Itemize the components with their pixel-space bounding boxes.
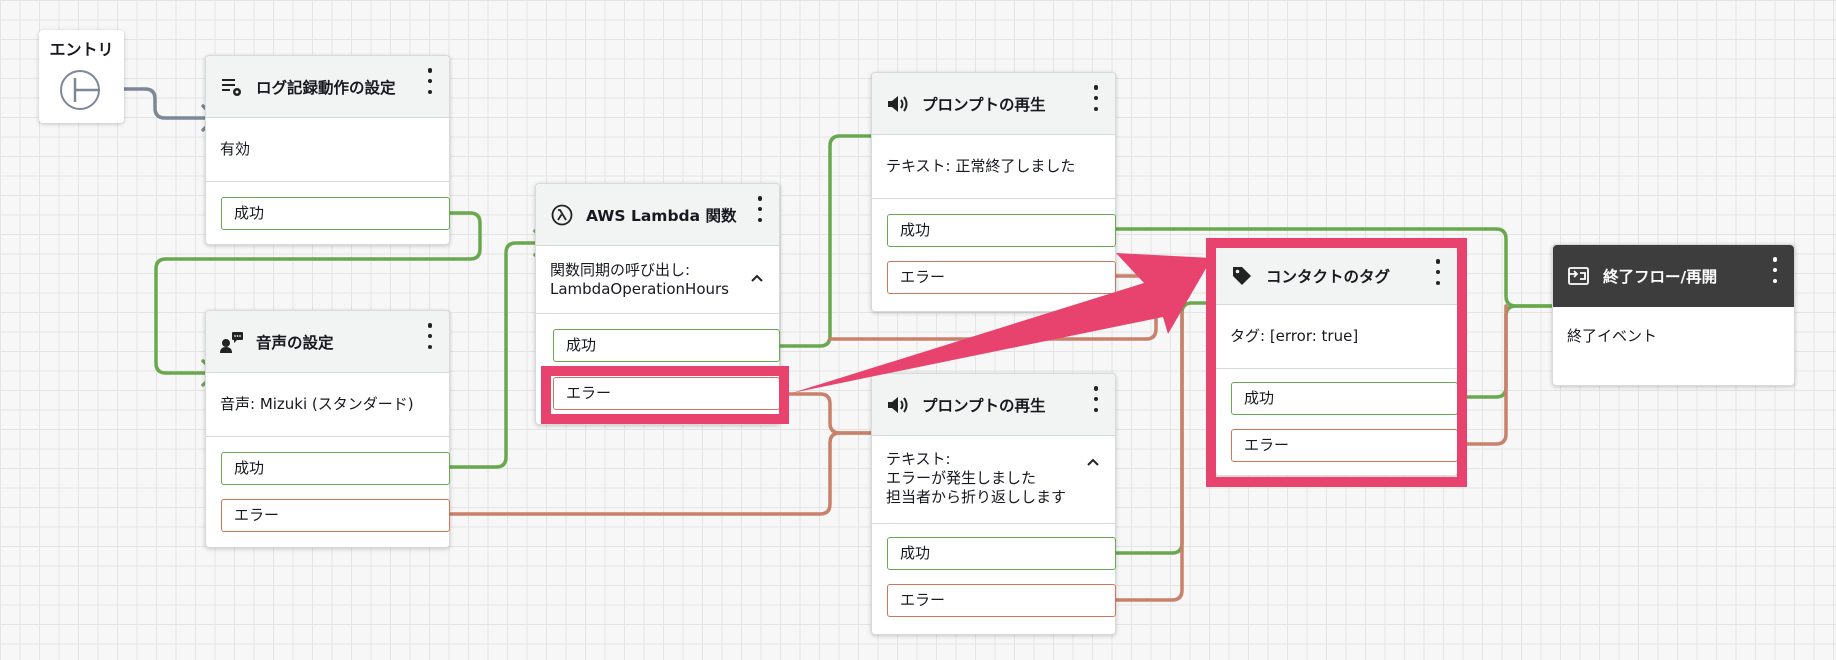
- error-branch[interactable]: エラー: [887, 261, 1116, 294]
- node-body: 終了イベント: [1553, 307, 1794, 377]
- error-branch[interactable]: エラー: [221, 499, 450, 532]
- connector-prompt2-success: [1110, 301, 1232, 555]
- play-prompt-node-error[interactable]: プロンプトの再生 テキスト: エラーが発生しました 担当者から折り返しします 成…: [871, 373, 1116, 635]
- node-body: テキスト: エラーが発生しました 担当者から折り返しします: [872, 436, 1115, 524]
- error-branch[interactable]: エラー: [1231, 429, 1458, 462]
- success-branch[interactable]: 成功: [1231, 382, 1458, 415]
- success-branch[interactable]: 成功: [221, 197, 450, 230]
- node-header: プロンプトの再生: [872, 73, 1115, 135]
- connector-tag-error: [1454, 304, 1508, 446]
- node-title: プロンプトの再生: [922, 396, 1046, 415]
- more-vertical-icon[interactable]: [1770, 257, 1780, 283]
- node-header: ログ記録動作の設定: [206, 56, 449, 118]
- end-flow-icon: [1567, 264, 1591, 288]
- node-body-text: タグ: [error: true]: [1230, 327, 1359, 345]
- chevron-up-icon[interactable]: [1085, 454, 1101, 470]
- node-header: プロンプトの再生: [872, 374, 1115, 436]
- node-title: AWS Lambda 関数: [586, 206, 737, 225]
- node-title: ログ記録動作の設定: [256, 78, 396, 97]
- success-branch[interactable]: 成功: [553, 329, 780, 362]
- node-body-text: エラーが発生しました: [886, 469, 1037, 487]
- entry-block[interactable]: エントリ: [39, 30, 124, 123]
- node-header: コンタクトのタグ: [1216, 247, 1457, 305]
- voice-settings-icon: [220, 330, 244, 354]
- entry-start-icon: [60, 70, 100, 110]
- node-body-text: 担当者から折り返しします: [886, 488, 1067, 506]
- logging-settings-icon: [220, 75, 244, 99]
- speaker-icon: [886, 393, 910, 417]
- node-title: 音声の設定: [256, 333, 334, 352]
- end-flow-node[interactable]: 終了フロー/再開 終了イベント: [1552, 244, 1795, 386]
- node-header: AWS Lambda 関数: [536, 184, 779, 246]
- error-branch[interactable]: エラー: [887, 584, 1116, 617]
- node-header: 終了フロー/再開: [1553, 245, 1794, 307]
- node-body-text: 有効: [220, 140, 251, 158]
- node-body-text: 関数同期の呼び出し:: [550, 261, 691, 279]
- error-branch[interactable]: エラー: [553, 377, 780, 410]
- node-body: 音声: Mizuki (スタンダード): [206, 373, 449, 437]
- entry-label: エントリ: [49, 40, 114, 59]
- node-body: テキスト: 正常終了しました: [872, 135, 1115, 199]
- more-vertical-icon[interactable]: [755, 196, 765, 222]
- more-vertical-icon[interactable]: [1091, 85, 1101, 111]
- node-body-text: LambdaOperationHours: [550, 280, 729, 298]
- chevron-up-icon[interactable]: [749, 270, 765, 286]
- tag-icon: [1230, 264, 1254, 288]
- success-branch[interactable]: 成功: [887, 214, 1116, 247]
- node-title: コンタクトのタグ: [1266, 267, 1391, 286]
- connector-voice-success: [446, 241, 548, 469]
- logging-settings-node[interactable]: ログ記録動作の設定 有効 成功: [205, 55, 450, 245]
- connector-voice-error: [446, 431, 886, 516]
- node-body-text: テキスト:: [886, 450, 951, 468]
- contact-tag-node[interactable]: コンタクトのタグ タグ: [error: true] 成功 エラー: [1215, 246, 1458, 476]
- node-body: 関数同期の呼び出し: LambdaOperationHours: [536, 246, 779, 314]
- more-vertical-icon[interactable]: [1433, 259, 1443, 285]
- lambda-function-node[interactable]: AWS Lambda 関数 関数同期の呼び出し: LambdaOperation…: [535, 183, 780, 425]
- more-vertical-icon[interactable]: [1091, 386, 1101, 412]
- node-body-text: 終了イベント: [1567, 327, 1658, 345]
- node-body: 有効: [206, 118, 449, 182]
- more-vertical-icon[interactable]: [425, 68, 435, 94]
- success-branch[interactable]: 成功: [887, 537, 1116, 570]
- lambda-icon: [550, 203, 574, 227]
- node-header: 音声の設定: [206, 311, 449, 373]
- node-title: プロンプトの再生: [922, 95, 1046, 114]
- node-title: 終了フロー/再開: [1603, 267, 1718, 286]
- node-body: タグ: [error: true]: [1216, 305, 1457, 369]
- node-body-text: テキスト: 正常終了しました: [886, 157, 1076, 175]
- success-branch[interactable]: 成功: [221, 452, 450, 485]
- node-body-text: 音声: Mizuki (スタンダード): [220, 395, 414, 413]
- voice-settings-node[interactable]: 音声の設定 音声: Mizuki (スタンダード) 成功 エラー: [205, 310, 450, 548]
- more-vertical-icon[interactable]: [425, 323, 435, 349]
- connector-lambda-success: [776, 134, 886, 348]
- play-prompt-node-success[interactable]: プロンプトの再生 テキスト: 正常終了しました 成功 エラー: [871, 72, 1116, 312]
- connector-lambda-error: [785, 392, 886, 435]
- speaker-icon: [886, 92, 910, 116]
- connector-tag-success: [1454, 304, 1568, 399]
- connector-prompt2-error: [1110, 311, 1184, 602]
